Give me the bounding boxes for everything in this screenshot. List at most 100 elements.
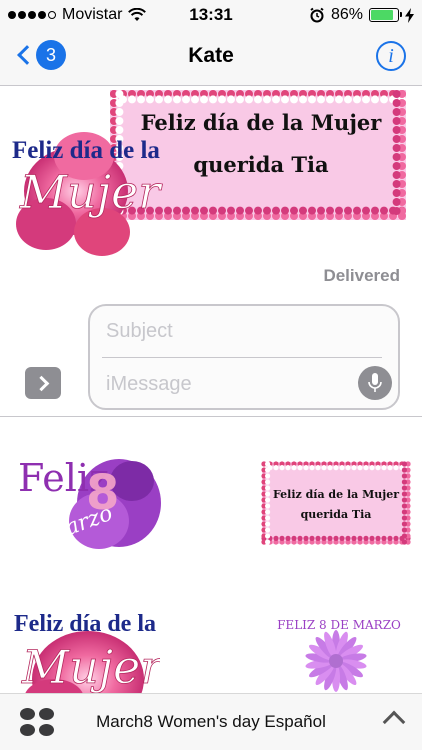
border-flower	[339, 465, 345, 471]
border-flower	[285, 465, 291, 471]
border-flower	[291, 465, 297, 471]
border-flower	[327, 465, 333, 471]
border-flower	[381, 535, 387, 541]
border-flower	[265, 521, 271, 527]
border-flower	[357, 535, 363, 541]
chevron-right-icon	[33, 375, 49, 391]
border-flower	[401, 485, 407, 491]
border-flower	[357, 465, 363, 471]
border-flower	[369, 535, 375, 541]
border-flower	[297, 465, 303, 471]
border-flower	[265, 467, 271, 473]
border-flower	[392, 207, 401, 215]
border-flower	[265, 491, 271, 497]
border-flower	[344, 206, 352, 215]
border-flower	[115, 99, 124, 107]
navigation-bar: 3 Kate i	[0, 30, 422, 86]
border-flower	[392, 153, 401, 161]
border-flower	[173, 206, 181, 215]
sticker-feliz-8-marzo-art: Feliz 8 Marzo	[18, 456, 161, 549]
border-flower	[155, 95, 163, 104]
border-flower	[303, 535, 309, 541]
charging-bolt-icon	[405, 7, 414, 23]
sticker-pack-title: March8 Women's day Español	[96, 712, 326, 731]
info-button[interactable]: i	[376, 41, 406, 71]
microphone-button[interactable]	[358, 366, 392, 400]
border-flower	[279, 465, 285, 471]
border-flower	[381, 465, 387, 471]
border-flower	[128, 95, 136, 104]
sticker2-line1: Feliz día de la Mujer	[273, 488, 399, 501]
border-flower	[392, 108, 401, 116]
border-flower	[281, 206, 289, 215]
border-flower	[290, 206, 298, 215]
delivered-status: Delivered	[323, 266, 400, 285]
battery-percent: 86%	[330, 6, 363, 23]
border-flower	[401, 509, 407, 515]
border-flower	[401, 515, 407, 521]
border-flower	[265, 485, 271, 491]
sticker-feliz-8-marzo[interactable]: Feliz 8 Marzo	[14, 441, 164, 561]
border-flower	[164, 95, 172, 104]
border-flower	[218, 95, 226, 104]
border-flower	[392, 99, 401, 107]
border-flower	[265, 497, 271, 503]
border-flower	[227, 95, 235, 104]
sent-sticker[interactable]: Feliz día de la Mujer Feliz día de la Mu…	[6, 86, 416, 266]
border-flower	[362, 206, 370, 215]
border-flower	[380, 95, 388, 104]
sticker2-line2: querida Tia	[301, 508, 372, 521]
status-bar: Movistar 13:31 86%	[0, 0, 422, 30]
border-flower	[363, 535, 369, 541]
border-flower	[315, 465, 321, 471]
border-flower	[273, 465, 279, 471]
border-flower	[146, 95, 154, 104]
border-flower	[191, 206, 199, 215]
border-flower	[351, 535, 357, 541]
border-flower	[272, 95, 280, 104]
border-flower	[335, 95, 343, 104]
sticker4-line1: FELIZ 8 DE MARZO	[277, 618, 401, 632]
border-flower	[351, 465, 357, 471]
border-flower	[309, 465, 315, 471]
border-flower	[401, 467, 407, 473]
subject-field[interactable]: Subject	[106, 320, 173, 343]
border-flower	[392, 180, 401, 188]
border-flower	[115, 108, 124, 116]
border-flower	[401, 533, 407, 539]
sticker3-line2: Mujer	[21, 640, 160, 693]
sticker-feliz-8-de-marzo[interactable]: FELIZ 8 DE MARZO	[266, 613, 412, 693]
border-flower	[371, 95, 379, 104]
border-flower	[164, 206, 172, 215]
border-flower	[392, 117, 401, 125]
border-flower	[401, 503, 407, 509]
border-flower	[317, 95, 325, 104]
border-flower	[308, 95, 316, 104]
compose-box: Subject iMessage	[88, 304, 400, 410]
border-flower	[392, 126, 401, 134]
border-flower	[236, 95, 244, 104]
battery-icon	[369, 8, 402, 22]
border-flower	[137, 95, 145, 104]
border-flower	[369, 465, 375, 471]
microphone-icon	[368, 373, 382, 392]
message-input[interactable]: iMessage	[106, 373, 192, 396]
sticker-feliz-dia-mujer[interactable]: Feliz día de la Mujer	[10, 599, 166, 693]
border-flower	[227, 206, 235, 215]
border-flower	[392, 198, 401, 206]
border-flower	[254, 206, 262, 215]
border-flower	[236, 206, 244, 215]
border-flower	[321, 465, 327, 471]
border-flower	[303, 465, 309, 471]
expand-apps-button[interactable]	[25, 367, 61, 399]
border-flower	[401, 461, 407, 467]
sticker-card-tia[interactable]: Feliz día de la Mujer querida Tia	[260, 460, 412, 546]
border-flower	[345, 465, 351, 471]
card-text-line1: Feliz día de la Mujer	[141, 110, 383, 135]
border-flower	[115, 126, 124, 134]
border-flower	[362, 95, 370, 104]
border-flower	[299, 95, 307, 104]
border-flower	[299, 206, 307, 215]
border-flower	[392, 135, 401, 143]
battery-level-fill	[371, 10, 394, 20]
